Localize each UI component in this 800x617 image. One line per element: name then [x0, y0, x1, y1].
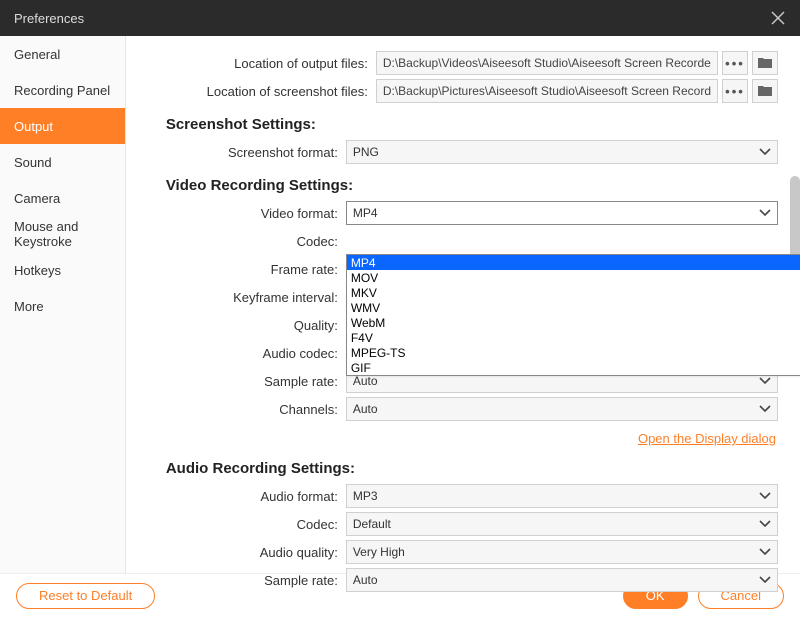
folder-icon	[758, 85, 772, 97]
screenshot-path-field[interactable]: D:\Backup\Pictures\Aiseesoft Studio\Aise…	[376, 79, 718, 103]
audio-format-label: Audio format:	[136, 489, 346, 504]
dots-icon: •••	[725, 56, 745, 71]
output-path-browse-button[interactable]: •••	[722, 51, 748, 75]
screenshot-format-label: Screenshot format:	[136, 145, 346, 160]
chevron-down-icon	[759, 545, 771, 559]
folder-icon	[758, 57, 772, 69]
body: General Recording Panel Output Sound Cam…	[0, 36, 800, 573]
close-button[interactable]	[766, 6, 790, 30]
sidebar-item-more[interactable]: More	[0, 288, 125, 324]
sidebar-item-recording-panel[interactable]: Recording Panel	[0, 72, 125, 108]
sidebar-item-general[interactable]: General	[0, 36, 125, 72]
audio-settings-title: Audio Recording Settings:	[166, 460, 778, 477]
audio-codec-label: Codec:	[136, 517, 346, 532]
dropdown-option[interactable]: MPEG-TS	[347, 345, 800, 360]
screenshot-path-open-button[interactable]	[752, 79, 778, 103]
output-path-open-button[interactable]	[752, 51, 778, 75]
screenshot-settings-title: Screenshot Settings:	[166, 116, 778, 133]
sidebar-item-mouse-keystroke[interactable]: Mouse and Keystroke	[0, 216, 125, 252]
window-title: Preferences	[14, 11, 84, 26]
main-panel: Location of output files: D:\Backup\Vide…	[126, 36, 800, 573]
dropdown-option[interactable]: WMV	[347, 300, 800, 315]
sidebar-item-camera[interactable]: Camera	[0, 180, 125, 216]
audio-codec-select[interactable]: Default	[346, 512, 778, 536]
video-format-select[interactable]: MP4	[346, 201, 778, 225]
close-icon	[771, 11, 785, 25]
video-channels-label: Channels:	[136, 402, 346, 417]
chevron-down-icon	[759, 489, 771, 503]
video-channels-select[interactable]: Auto	[346, 397, 778, 421]
video-keyframe-label: Keyframe interval:	[136, 290, 346, 305]
video-format-label: Video format:	[136, 206, 346, 221]
video-format-dropdown[interactable]: MP4 MOV MKV WMV WebM F4V MPEG-TS GIF	[346, 254, 800, 376]
output-path-label: Location of output files:	[136, 56, 376, 71]
display-dialog-link-row: Open the Display dialog	[136, 430, 778, 448]
screenshot-path-browse-button[interactable]: •••	[722, 79, 748, 103]
video-framerate-label: Frame rate:	[136, 262, 346, 277]
open-display-dialog-link[interactable]: Open the Display dialog	[638, 431, 776, 446]
video-audiocodec-label: Audio codec:	[136, 346, 346, 361]
audio-format-select[interactable]: MP3	[346, 484, 778, 508]
chevron-down-icon	[759, 206, 771, 220]
dropdown-option[interactable]: MP4	[347, 255, 800, 270]
dropdown-option[interactable]: GIF	[347, 360, 800, 375]
video-codec-label: Codec:	[136, 234, 346, 249]
dropdown-option[interactable]: MOV	[347, 270, 800, 285]
video-quality-label: Quality:	[136, 318, 346, 333]
screenshot-format-select[interactable]: PNG	[346, 140, 778, 164]
chevron-down-icon	[759, 573, 771, 587]
audio-quality-select[interactable]: Very High	[346, 540, 778, 564]
video-samplerate-label: Sample rate:	[136, 374, 346, 389]
chevron-down-icon	[759, 374, 771, 388]
dropdown-option[interactable]: WebM	[347, 315, 800, 330]
screenshot-path-label: Location of screenshot files:	[136, 84, 376, 99]
dropdown-option[interactable]: MKV	[347, 285, 800, 300]
chevron-down-icon	[759, 517, 771, 531]
sidebar: General Recording Panel Output Sound Cam…	[0, 36, 126, 573]
titlebar: Preferences	[0, 0, 800, 36]
video-settings-title: Video Recording Settings:	[166, 177, 778, 194]
sidebar-item-output[interactable]: Output	[0, 108, 125, 144]
sidebar-item-sound[interactable]: Sound	[0, 144, 125, 180]
dots-icon: •••	[725, 84, 745, 99]
output-path-field[interactable]: D:\Backup\Videos\Aiseesoft Studio\Aisees…	[376, 51, 718, 75]
audio-samplerate-select[interactable]: Auto	[346, 568, 778, 592]
audio-quality-label: Audio quality:	[136, 545, 346, 560]
chevron-down-icon	[759, 402, 771, 416]
chevron-down-icon	[759, 145, 771, 159]
audio-samplerate-label: Sample rate:	[136, 573, 346, 588]
sidebar-item-hotkeys[interactable]: Hotkeys	[0, 252, 125, 288]
dropdown-option[interactable]: F4V	[347, 330, 800, 345]
